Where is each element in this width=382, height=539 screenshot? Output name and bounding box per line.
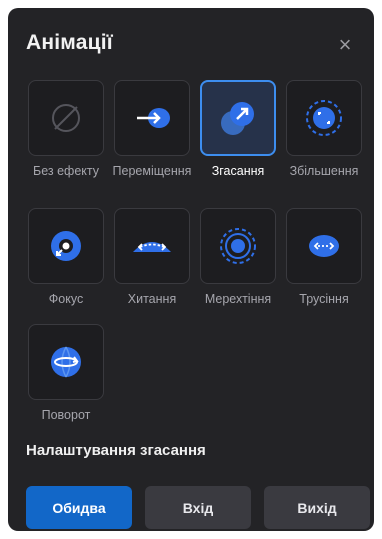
effect-wobble-tile[interactable]	[114, 208, 190, 284]
flicker-icon	[220, 228, 256, 264]
effect-flicker[interactable]: Мерехтіння	[196, 208, 280, 306]
animations-panel: Анімації × Без ефекту Переміщення Згасан…	[8, 8, 374, 531]
direction-tabs: Обидва Вхід Вихід	[26, 486, 372, 530]
effect-label: Збільшення	[289, 164, 359, 178]
focus-icon	[51, 231, 81, 261]
effect-flicker-tile[interactable]	[200, 208, 276, 284]
effect-zoom-tile[interactable]	[286, 80, 362, 156]
shake-icon	[309, 235, 339, 257]
effect-label: Хитання	[127, 292, 177, 306]
wobble-icon	[133, 242, 171, 252]
effect-shake[interactable]: Трусіння	[282, 208, 366, 306]
effect-rotate-tile[interactable]	[28, 324, 104, 400]
settings-title: Налаштування згасання	[26, 442, 206, 459]
effect-none-tile[interactable]	[28, 80, 104, 156]
effect-move-tile[interactable]	[114, 80, 190, 156]
fade-icon	[221, 102, 254, 135]
effect-label: Без ефекту	[33, 164, 99, 178]
effect-rotate[interactable]: Поворот	[24, 324, 108, 422]
effect-none[interactable]: Без ефекту	[24, 80, 108, 178]
zoom-icon	[306, 100, 342, 136]
rotate-icon	[51, 346, 81, 378]
effect-label: Поворот	[41, 408, 91, 422]
no-effect-icon	[52, 104, 80, 132]
effect-wobble[interactable]: Хитання	[110, 208, 194, 306]
effect-fade[interactable]: Згасання	[196, 80, 280, 178]
effect-label: Мерехтіння	[204, 292, 272, 306]
effect-label: Переміщення	[112, 164, 192, 178]
tab-out[interactable]: Вихід	[264, 486, 370, 529]
move-icon	[137, 108, 170, 128]
effect-move[interactable]: Переміщення	[110, 80, 194, 178]
panel-title: Анімації	[26, 31, 113, 54]
effect-focus-tile[interactable]	[28, 208, 104, 284]
effect-focus[interactable]: Фокус	[24, 208, 108, 306]
effect-fade-tile[interactable]	[200, 80, 276, 156]
effect-label: Фокус	[48, 292, 84, 306]
effect-zoom[interactable]: Збільшення	[282, 80, 366, 178]
effect-label: Трусіння	[299, 292, 349, 306]
tab-in[interactable]: Вхід	[145, 486, 251, 529]
effect-shake-tile[interactable]	[286, 208, 362, 284]
effect-label: Згасання	[211, 164, 265, 178]
close-icon[interactable]: ×	[334, 32, 356, 57]
tab-both[interactable]: Обидва	[26, 486, 132, 529]
